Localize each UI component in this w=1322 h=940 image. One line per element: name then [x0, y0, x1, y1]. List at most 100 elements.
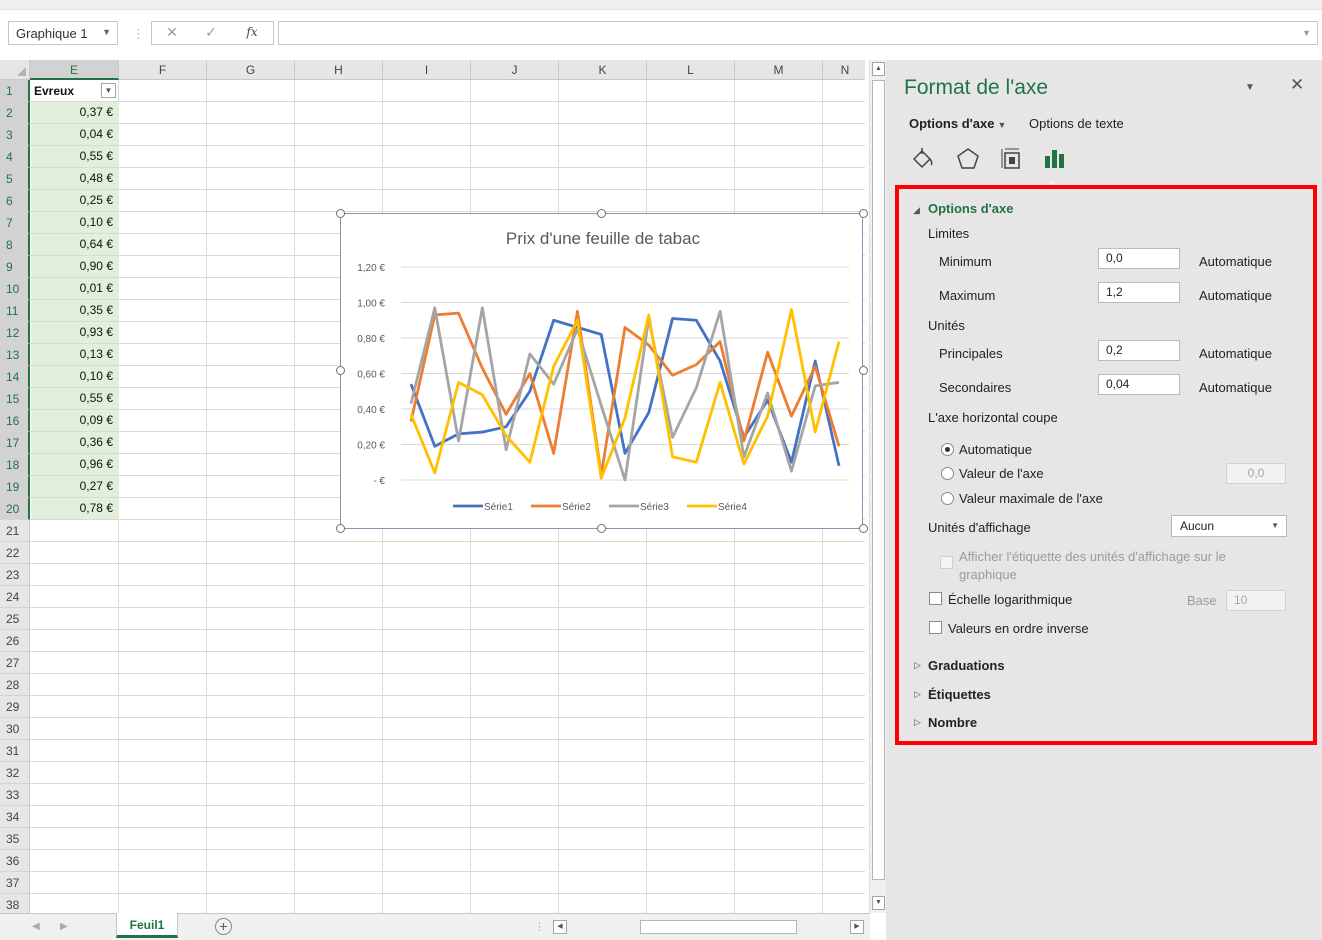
table-header-cell[interactable]: Evreux ▼	[31, 80, 119, 102]
column-header-n[interactable]: N	[823, 60, 865, 80]
row-header[interactable]: 17	[0, 432, 30, 454]
size-properties-icon[interactable]	[998, 146, 1024, 172]
row-header[interactable]: 27	[0, 652, 30, 674]
add-sheet-icon[interactable]: +	[215, 918, 232, 935]
vertical-scroll-thumb[interactable]	[872, 80, 885, 880]
row-header[interactable]: 5	[0, 168, 30, 190]
row-header[interactable]: 24	[0, 586, 30, 608]
row-header[interactable]: 21	[0, 520, 30, 542]
table-cell[interactable]: 0,01 €	[31, 278, 119, 299]
table-cell[interactable]: 0,36 €	[31, 432, 119, 453]
table-cell[interactable]: 0,55 €	[31, 388, 119, 409]
row-header[interactable]: 23	[0, 564, 30, 586]
resize-handle-left[interactable]	[336, 366, 345, 375]
resize-handle-bottom-right[interactable]	[859, 524, 868, 533]
row-header[interactable]: 29	[0, 696, 30, 718]
table-cell[interactable]: 0,78 €	[31, 498, 119, 519]
insert-function-icon[interactable]: fx	[240, 22, 264, 44]
row-header[interactable]: 1	[0, 80, 30, 102]
enter-icon[interactable]: ✓	[199, 22, 223, 44]
resize-handle-top[interactable]	[597, 209, 606, 218]
row-header[interactable]: 32	[0, 762, 30, 784]
row-header[interactable]: 8	[0, 234, 30, 256]
row-header[interactable]: 31	[0, 740, 30, 762]
sheet-tab-feuil1[interactable]: Feuil1	[116, 913, 178, 938]
fill-line-icon[interactable]	[910, 146, 936, 172]
row-header[interactable]: 20	[0, 498, 30, 520]
resize-handle-top-right[interactable]	[859, 209, 868, 218]
prev-sheet-icon[interactable]: ◀	[32, 921, 40, 932]
row-header[interactable]: 33	[0, 784, 30, 806]
tab-split-handle[interactable]: ⋮	[534, 920, 545, 933]
axis-options-icon[interactable]	[1042, 146, 1068, 172]
row-header[interactable]: 12	[0, 322, 30, 344]
effects-icon[interactable]	[955, 146, 981, 172]
table-cell[interactable]: 0,10 €	[31, 212, 119, 233]
resize-handle-top-left[interactable]	[336, 209, 345, 218]
pane-options-icon[interactable]: ▼	[1245, 82, 1255, 93]
column-header-i[interactable]: I	[383, 60, 471, 80]
column-header-h[interactable]: H	[295, 60, 383, 80]
formula-separator[interactable]: ⋮	[132, 26, 145, 42]
table-cell[interactable]: 0,96 €	[31, 454, 119, 475]
row-header[interactable]: 13	[0, 344, 30, 366]
vertical-scrollbar[interactable]: ▲ ▼	[869, 60, 886, 913]
chevron-down-icon[interactable]: ▼	[102, 27, 111, 37]
table-cell[interactable]: 0,48 €	[31, 168, 119, 189]
table-cell[interactable]: 0,27 €	[31, 476, 119, 497]
row-header[interactable]: 38	[0, 894, 30, 913]
scroll-right-icon[interactable]: ▶	[850, 920, 864, 934]
expand-formula-icon[interactable]: ▼	[1302, 28, 1311, 38]
close-icon[interactable]: ✕	[1290, 75, 1304, 95]
table-cell[interactable]: 0,37 €	[31, 102, 119, 123]
table-cell[interactable]: 0,55 €	[31, 146, 119, 167]
column-header-l[interactable]: L	[647, 60, 735, 80]
row-header[interactable]: 19	[0, 476, 30, 498]
horizontal-scrollbar[interactable]: ◀ ▶	[553, 920, 865, 935]
row-header[interactable]: 14	[0, 366, 30, 388]
row-header[interactable]: 9	[0, 256, 30, 278]
row-header[interactable]: 7	[0, 212, 30, 234]
scroll-down-icon[interactable]: ▼	[872, 896, 885, 910]
row-header[interactable]: 18	[0, 454, 30, 476]
resize-handle-bottom[interactable]	[597, 524, 606, 533]
column-header-m[interactable]: M	[735, 60, 823, 80]
column-header-k[interactable]: K	[559, 60, 647, 80]
scroll-left-icon[interactable]: ◀	[553, 920, 567, 934]
column-header-e[interactable]: E	[30, 60, 119, 80]
row-header[interactable]: 11	[0, 300, 30, 322]
row-header[interactable]: 15	[0, 388, 30, 410]
row-header[interactable]: 16	[0, 410, 30, 432]
formula-input[interactable]: ▼	[278, 21, 1318, 45]
column-header-g[interactable]: G	[207, 60, 295, 80]
tab-text-options[interactable]: Options de texte	[1029, 116, 1124, 131]
row-header[interactable]: 37	[0, 872, 30, 894]
tab-axis-options[interactable]: Options d'axe ▼	[909, 116, 1006, 131]
row-header[interactable]: 30	[0, 718, 30, 740]
table-cell[interactable]: 0,10 €	[31, 366, 119, 387]
resize-handle-right[interactable]	[859, 366, 868, 375]
table-cell[interactable]: 0,35 €	[31, 300, 119, 321]
horizontal-scroll-thumb[interactable]	[640, 920, 797, 934]
cancel-icon[interactable]: ✕	[160, 22, 184, 44]
table-cell[interactable]: 0,04 €	[31, 124, 119, 145]
column-header-j[interactable]: J	[471, 60, 559, 80]
table-cell[interactable]: 0,90 €	[31, 256, 119, 277]
column-header-f[interactable]: F	[119, 60, 207, 80]
row-header[interactable]: 6	[0, 190, 30, 212]
row-header[interactable]: 26	[0, 630, 30, 652]
filter-dropdown-icon[interactable]: ▼	[101, 83, 116, 98]
row-header[interactable]: 22	[0, 542, 30, 564]
row-header[interactable]: 36	[0, 850, 30, 872]
row-header[interactable]: 3	[0, 124, 30, 146]
row-header[interactable]: 4	[0, 146, 30, 168]
table-cell[interactable]: 0,93 €	[31, 322, 119, 343]
row-header[interactable]: 35	[0, 828, 30, 850]
table-cell[interactable]: 0,25 €	[31, 190, 119, 211]
row-header[interactable]: 34	[0, 806, 30, 828]
row-header[interactable]: 28	[0, 674, 30, 696]
table-cell[interactable]: 0,09 €	[31, 410, 119, 431]
scroll-up-icon[interactable]: ▲	[872, 62, 885, 76]
row-header[interactable]: 25	[0, 608, 30, 630]
table-cell[interactable]: 0,13 €	[31, 344, 119, 365]
